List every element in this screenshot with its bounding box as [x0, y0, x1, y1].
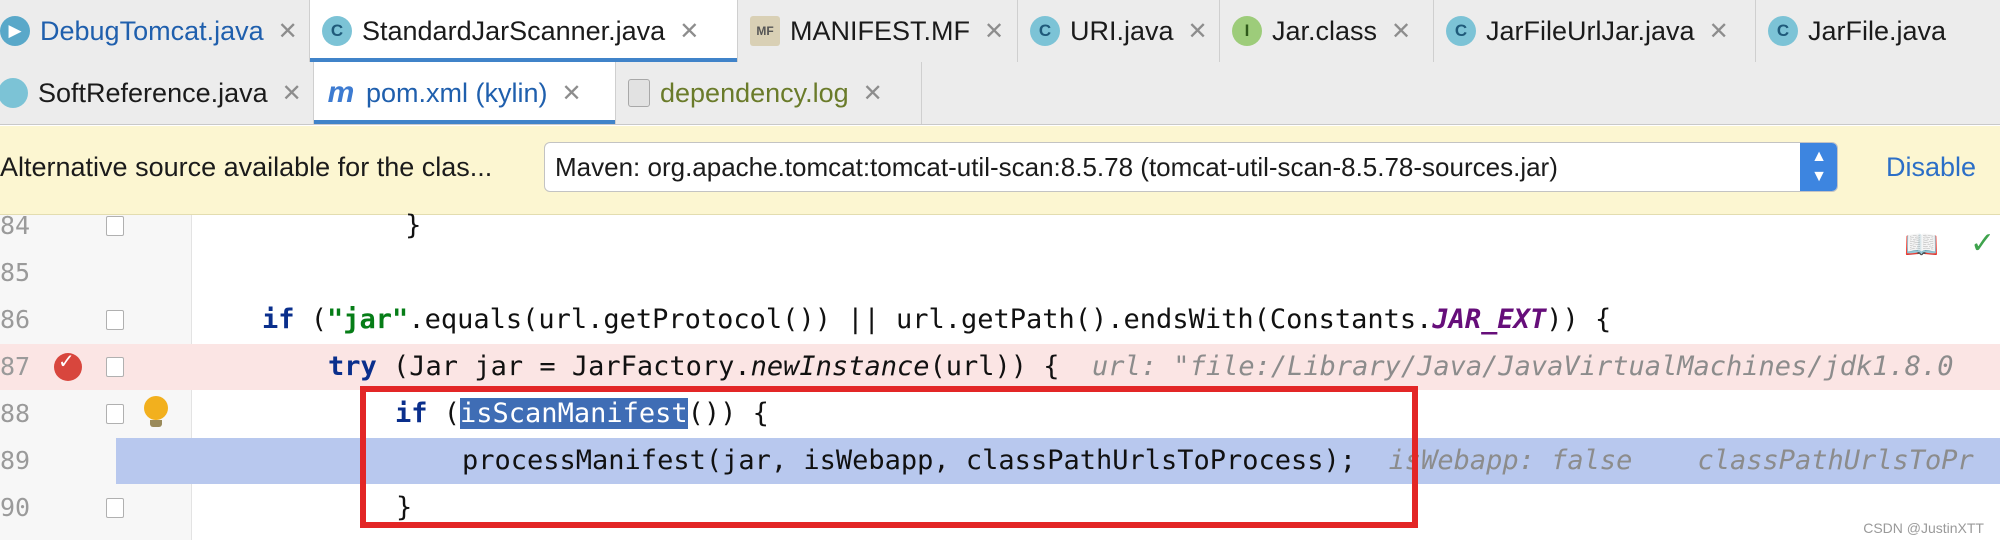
- keyword: try: [328, 351, 377, 382]
- alternative-source-banner: Alternative source available for the cla…: [0, 126, 2000, 215]
- code-segment: )) {: [1546, 304, 1612, 335]
- debug-inline-value: classPathUrlsToPr: [1697, 445, 1974, 476]
- source-select[interactable]: Maven: org.apache.tomcat:tomcat-util-sca…: [544, 142, 1838, 192]
- line-number: 90: [0, 493, 31, 522]
- disable-link[interactable]: Disable: [1886, 152, 1976, 183]
- fold-marker-icon[interactable]: [106, 216, 124, 236]
- tab-label: DebugTomcat.java: [40, 15, 264, 46]
- log-file-icon: [628, 79, 650, 107]
- tab-label: StandardJarScanner.java: [362, 15, 666, 46]
- tab-pom-xml[interactable]: m pom.xml (kylin) ✕: [314, 62, 616, 124]
- constant: JAR_EXT: [1432, 304, 1547, 335]
- breakpoint-icon[interactable]: [54, 349, 82, 381]
- close-icon[interactable]: ✕: [278, 17, 298, 46]
- tab-softreference[interactable]: SoftReference.java ✕: [0, 62, 314, 124]
- class-icon: C: [1768, 16, 1798, 46]
- tab-jar-class[interactable]: I Jar.class ✕: [1220, 0, 1434, 62]
- tab-label: pom.xml (kylin): [366, 77, 548, 108]
- code-text: try (Jar jar = JarFactory.newInstance(ur…: [328, 344, 1954, 390]
- lightbulb-icon[interactable]: [144, 396, 168, 427]
- line-number: 85: [0, 258, 31, 287]
- banner-message: Alternative source available for the cla…: [0, 152, 493, 182]
- tab-label: JarFile.java: [1808, 15, 1947, 46]
- code-line-87-breakpoint[interactable]: 87 try (Jar jar = JarFactory.newInstance…: [0, 344, 2000, 390]
- line-number: 86: [0, 305, 31, 334]
- tab-dependency-log[interactable]: dependency.log ✕: [616, 62, 922, 124]
- tab-debugtomcat[interactable]: ▶ DebugTomcat.java ✕: [0, 0, 310, 62]
- debug-inline-value: isWebapp: false: [1388, 445, 1633, 476]
- code-segment: .equals(url.getProtocol()) || url.getPat…: [408, 304, 1433, 335]
- code-segment: (Jar jar = JarFactory.: [376, 351, 751, 382]
- class-icon: C: [1030, 16, 1060, 46]
- debug-inline-value: url: "file:/Library/Java/JavaVirtualMach…: [1092, 351, 1954, 382]
- tab-label: MANIFEST.MF: [790, 15, 970, 46]
- interface-icon: I: [1232, 16, 1262, 46]
- tab-label: JarFileUrlJar.java: [1486, 15, 1695, 46]
- fold-marker-icon[interactable]: [106, 498, 124, 518]
- manifest-file-icon: MF: [750, 16, 780, 46]
- tab-label: dependency.log: [660, 77, 849, 108]
- line-number: 88: [0, 399, 31, 428]
- watermark: CSDN @JustinXTT: [1863, 520, 1984, 536]
- close-icon[interactable]: ✕: [679, 17, 699, 46]
- class-icon: [0, 78, 28, 108]
- tab-label: Jar.class: [1272, 15, 1378, 46]
- code-text: }: [210, 210, 422, 241]
- close-icon[interactable]: ✕: [1709, 17, 1729, 46]
- source-select-value: Maven: org.apache.tomcat:tomcat-util-sca…: [555, 152, 1558, 182]
- keyword: if: [262, 304, 295, 335]
- tab-label: URI.java: [1070, 15, 1174, 46]
- close-icon[interactable]: ✕: [1188, 17, 1208, 46]
- tab-label: SoftReference.java: [38, 77, 268, 108]
- tab-manifest[interactable]: MF MANIFEST.MF ✕: [738, 0, 1018, 62]
- maven-icon: m: [327, 76, 355, 109]
- close-icon[interactable]: ✕: [984, 17, 1004, 46]
- tab-standardjarscanner[interactable]: C StandardJarScanner.java ✕: [310, 0, 738, 62]
- code-line-86[interactable]: 86 if ("jar".equals(url.getProtocol()) |…: [0, 297, 2000, 343]
- code-segment: (url)) {: [929, 351, 1060, 382]
- line-number: 89: [0, 446, 31, 475]
- editor-tabs-row-2: SoftReference.java ✕ m pom.xml (kylin) ✕…: [0, 62, 2000, 125]
- fold-marker-icon[interactable]: [106, 357, 124, 377]
- editor-tabs-row-1: ▶ DebugTomcat.java ✕ C StandardJarScanne…: [0, 0, 2000, 63]
- string-literal: "jar": [327, 304, 409, 335]
- close-icon[interactable]: ✕: [863, 79, 883, 108]
- class-icon: C: [1446, 16, 1476, 46]
- fold-marker-icon[interactable]: [106, 404, 124, 424]
- close-icon[interactable]: ✕: [1391, 17, 1411, 46]
- java-run-icon: ▶: [0, 16, 30, 46]
- close-icon[interactable]: ✕: [282, 79, 302, 108]
- tab-jarfileurljar[interactable]: C JarFileUrlJar.java ✕: [1434, 0, 1756, 62]
- close-icon[interactable]: ✕: [562, 79, 582, 108]
- line-number: 84: [0, 211, 31, 240]
- code-line-84[interactable]: 84 }: [0, 203, 2000, 249]
- tab-uri[interactable]: C URI.java ✕: [1018, 0, 1220, 62]
- select-arrows-icon[interactable]: ▲ ▼: [1800, 143, 1837, 191]
- method-name: newInstance: [750, 351, 930, 382]
- line-number: 87: [0, 352, 31, 381]
- tab-jarfile[interactable]: C JarFile.java: [1756, 0, 2000, 62]
- highlight-annotation-box: [360, 386, 1418, 528]
- class-icon: C: [322, 16, 352, 46]
- code-text: if ("jar".equals(url.getProtocol()) || u…: [262, 304, 1612, 335]
- code-line-85[interactable]: 85: [0, 250, 2000, 296]
- fold-marker-icon[interactable]: [106, 310, 124, 330]
